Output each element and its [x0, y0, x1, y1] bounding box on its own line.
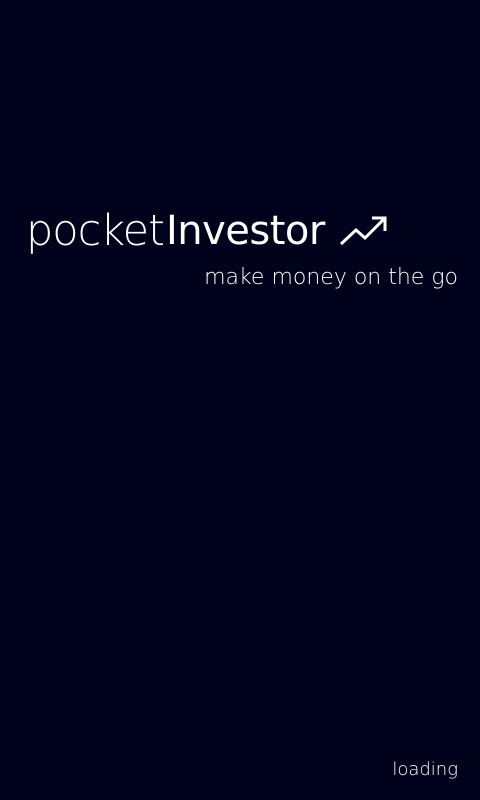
app-logo: pocket Investor: [26, 205, 391, 257]
logo-text-investor: Investor: [165, 208, 325, 254]
loading-status: loading: [392, 759, 458, 780]
tagline: make money on the go: [204, 265, 458, 290]
logo-text-pocket: pocket: [26, 206, 165, 256]
splash-screen: pocket Investor make money on the go loa…: [0, 0, 480, 800]
trend-up-arrow-icon: [339, 216, 387, 246]
